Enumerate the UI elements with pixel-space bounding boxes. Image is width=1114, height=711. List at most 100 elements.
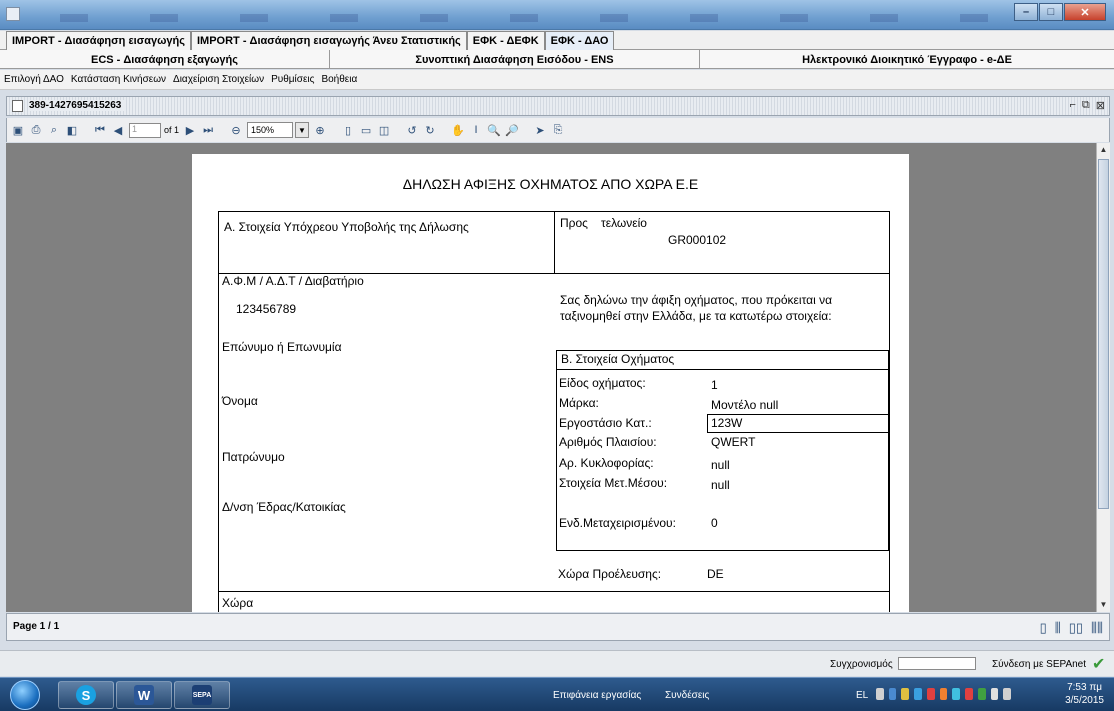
close-window-button[interactable]: ✕	[1064, 3, 1106, 21]
zoom-out-icon[interactable]: ⊖	[229, 123, 243, 137]
zoom-dropdown-icon[interactable]: ▼	[295, 122, 310, 138]
viewer-toolbar: ▣ ⎙ ⌕ ◧ ⏮ ◀ 1 of 1 ▶ ⏭ ⊖ 150% ▼ ⊕ ▯ ▭ ◫ …	[6, 118, 1110, 142]
continuous-icon[interactable]: ⫼	[1055, 620, 1061, 636]
tray-icon[interactable]	[901, 688, 910, 700]
rotate-left-icon[interactable]: ↺	[405, 123, 419, 137]
frame-iconify-icon[interactable]: ⌐	[1069, 99, 1075, 112]
taskbar-skype[interactable]: S	[58, 681, 114, 709]
brand-label: Μάρκα:	[559, 396, 599, 410]
single-page-icon[interactable]: ▯	[1040, 620, 1047, 636]
onoma-label: Όνομα	[222, 394, 258, 408]
declaration-line-1: Σας δηλώνω την άφιξη οχήματος, που πρόκε…	[560, 293, 833, 307]
frame-left-line	[218, 211, 219, 612]
tab-efk-dao[interactable]: ΕΦΚ - ΔΑΟ	[544, 31, 615, 50]
section-a-heading: Α. Στοιχεία Υπόχρεου Υποβολής της Δήλωση…	[224, 220, 469, 234]
factory-value: 123W	[711, 416, 743, 430]
tray-icon[interactable]	[888, 688, 897, 700]
zoom-in-icon[interactable]: ⊕	[313, 123, 327, 137]
first-page-icon[interactable]: ⏮	[93, 123, 107, 137]
page-setup-icon[interactable]: ◧	[65, 123, 79, 137]
tab-ecs[interactable]: ECS - Διασάφηση εξαγωγής	[0, 50, 330, 69]
menu-select-dao[interactable]: Επιλογή ΔΑΟ	[4, 74, 64, 85]
app-status-bar: Συγχρονισμός Σύνδεση με SEPAnet ✔	[0, 650, 1114, 676]
frame-right-line	[889, 211, 890, 612]
print-preview-icon[interactable]: ⌕	[47, 123, 61, 137]
sepa-app-icon: SEPA	[192, 685, 212, 705]
taskbar-connections-toolbar[interactable]: Συνδέσεις	[665, 690, 709, 701]
menu-data-management[interactable]: Διαχείριση Στοιχείων	[173, 74, 264, 85]
menu-help[interactable]: Βοήθεια	[321, 74, 357, 85]
afm-label: Α.Φ.Μ / Α.Δ.Τ / Διαβατήριο	[222, 274, 364, 288]
print-icon[interactable]: ⎙	[29, 123, 43, 137]
skype-icon: S	[76, 685, 96, 705]
page-number-input[interactable]: 1	[129, 122, 161, 138]
page-count-label: of 1	[164, 125, 180, 135]
select-text-icon[interactable]: I	[469, 123, 483, 137]
magnify-in-icon[interactable]: 🔍	[487, 123, 501, 137]
fit-width-icon[interactable]: ◫	[377, 123, 391, 137]
report-frame-title: 389-1427695415263	[29, 100, 126, 111]
sync-progress-bar	[898, 657, 976, 670]
volume-icon[interactable]	[1003, 688, 1012, 700]
tray-icon[interactable]	[965, 688, 973, 700]
magnify-out-icon[interactable]: 🔎	[505, 123, 519, 137]
system-tray	[876, 688, 1012, 702]
language-indicator[interactable]: EL	[856, 690, 868, 701]
export-icon[interactable]: ⎘	[551, 123, 565, 137]
word-icon: W	[134, 685, 154, 705]
actual-size-icon[interactable]: ▯	[341, 123, 355, 137]
hand-tool-icon[interactable]: ✋	[451, 123, 465, 137]
tray-icon[interactable]	[952, 688, 961, 700]
tray-icon[interactable]	[926, 688, 935, 700]
tray-icon[interactable]	[914, 688, 922, 700]
menu-movement-status[interactable]: Κατάσταση Κινήσεων	[71, 74, 166, 85]
system-clock[interactable]: 7:53 πμ 3/5/2015	[1065, 681, 1104, 707]
continuous-facing-icon[interactable]: ⫼⫼	[1091, 620, 1103, 636]
save-icon[interactable]: ▣	[11, 123, 25, 137]
next-page-icon[interactable]: ▶	[183, 123, 197, 137]
vehicle-type-label: Είδος οχήματος:	[559, 376, 646, 390]
scroll-down-icon[interactable]: ▼	[1097, 598, 1110, 612]
tab-import[interactable]: IMPORT - Διασάφηση εισαγωγής	[6, 31, 191, 50]
used-value: 0	[711, 516, 718, 530]
frame-restore-icon[interactable]: ⧉	[1082, 99, 1090, 112]
tray-icon[interactable]	[876, 688, 884, 700]
tab-row-1: IMPORT - Διασάφηση εισαγωγής IMPORT - Δι…	[0, 31, 1114, 50]
vertical-scrollbar[interactable]: ▲ ▼	[1096, 143, 1110, 612]
zoom-select[interactable]: 150%	[247, 122, 294, 138]
factory-label: Εργοστάσιο Κατ.:	[559, 416, 652, 430]
tab-ens[interactable]: Συνοπτική Διασάφηση Εισόδου - ENS	[330, 50, 700, 69]
tab-import-no-stats[interactable]: IMPORT - Διασάφηση εισαγωγής Άνευ Στατισ…	[190, 31, 467, 50]
pointer-icon[interactable]: ➤	[533, 123, 547, 137]
facing-icon[interactable]: ▯▯	[1069, 620, 1083, 636]
transport-label: Στοιχεία Μετ.Μέσου:	[559, 476, 668, 490]
view-mode-controls: ▯ ⫼ ▯▯ ⫼⫼	[1040, 620, 1103, 636]
taskbar-desktop-toolbar[interactable]: Επιφάνεια εργασίας	[553, 690, 641, 701]
tray-icon[interactable]	[977, 688, 986, 700]
page-indicator: Page 1 / 1	[13, 621, 60, 632]
frame-close-icon[interactable]: ⊠	[1096, 99, 1105, 112]
fit-page-icon[interactable]: ▭	[359, 123, 373, 137]
window-controls: – □ ✕	[1013, 3, 1106, 21]
tab-efk-defk[interactable]: ΕΦΚ - ΔΕΦΚ	[466, 31, 545, 50]
tab-row-2: ECS - Διασάφηση εξαγωγής Συνοπτική Διασά…	[0, 50, 1114, 69]
tab-e-de[interactable]: Ηλεκτρονικό Διοικητικό Έγγραφο - e-ΔΕ	[700, 50, 1114, 69]
declaration-line-2: ταξινομηθεί στην Ελλάδα, με τα κατωτέρω …	[560, 309, 832, 323]
scroll-up-icon[interactable]: ▲	[1097, 143, 1110, 157]
rotate-right-icon[interactable]: ↻	[423, 123, 437, 137]
start-button[interactable]	[10, 680, 40, 710]
report-viewer[interactable]: ΔΗΛΩΣΗ ΑΦΙΞΗΣ ΟΧΗΜΑΤΟΣ ΑΠΟ ΧΩΡΑ Ε.Ε Α. Σ…	[6, 143, 1096, 612]
transport-value: null	[711, 478, 730, 492]
scroll-thumb[interactable]	[1098, 159, 1109, 509]
title-decoration	[60, 14, 1020, 22]
network-icon[interactable]	[990, 688, 999, 700]
last-page-icon[interactable]: ⏭	[201, 123, 215, 137]
minimize-button[interactable]: –	[1014, 3, 1038, 21]
tray-icon[interactable]	[939, 688, 948, 700]
maximize-button[interactable]: □	[1039, 3, 1063, 21]
taskbar-word[interactable]: W	[116, 681, 172, 709]
taskbar-sepa[interactable]: SEPA	[174, 681, 230, 709]
previous-page-icon[interactable]: ◀	[111, 123, 125, 137]
sepanet-status: Σύνδεση με SEPAnet	[992, 659, 1087, 670]
menu-settings[interactable]: Ρυθμίσεις	[271, 74, 314, 85]
